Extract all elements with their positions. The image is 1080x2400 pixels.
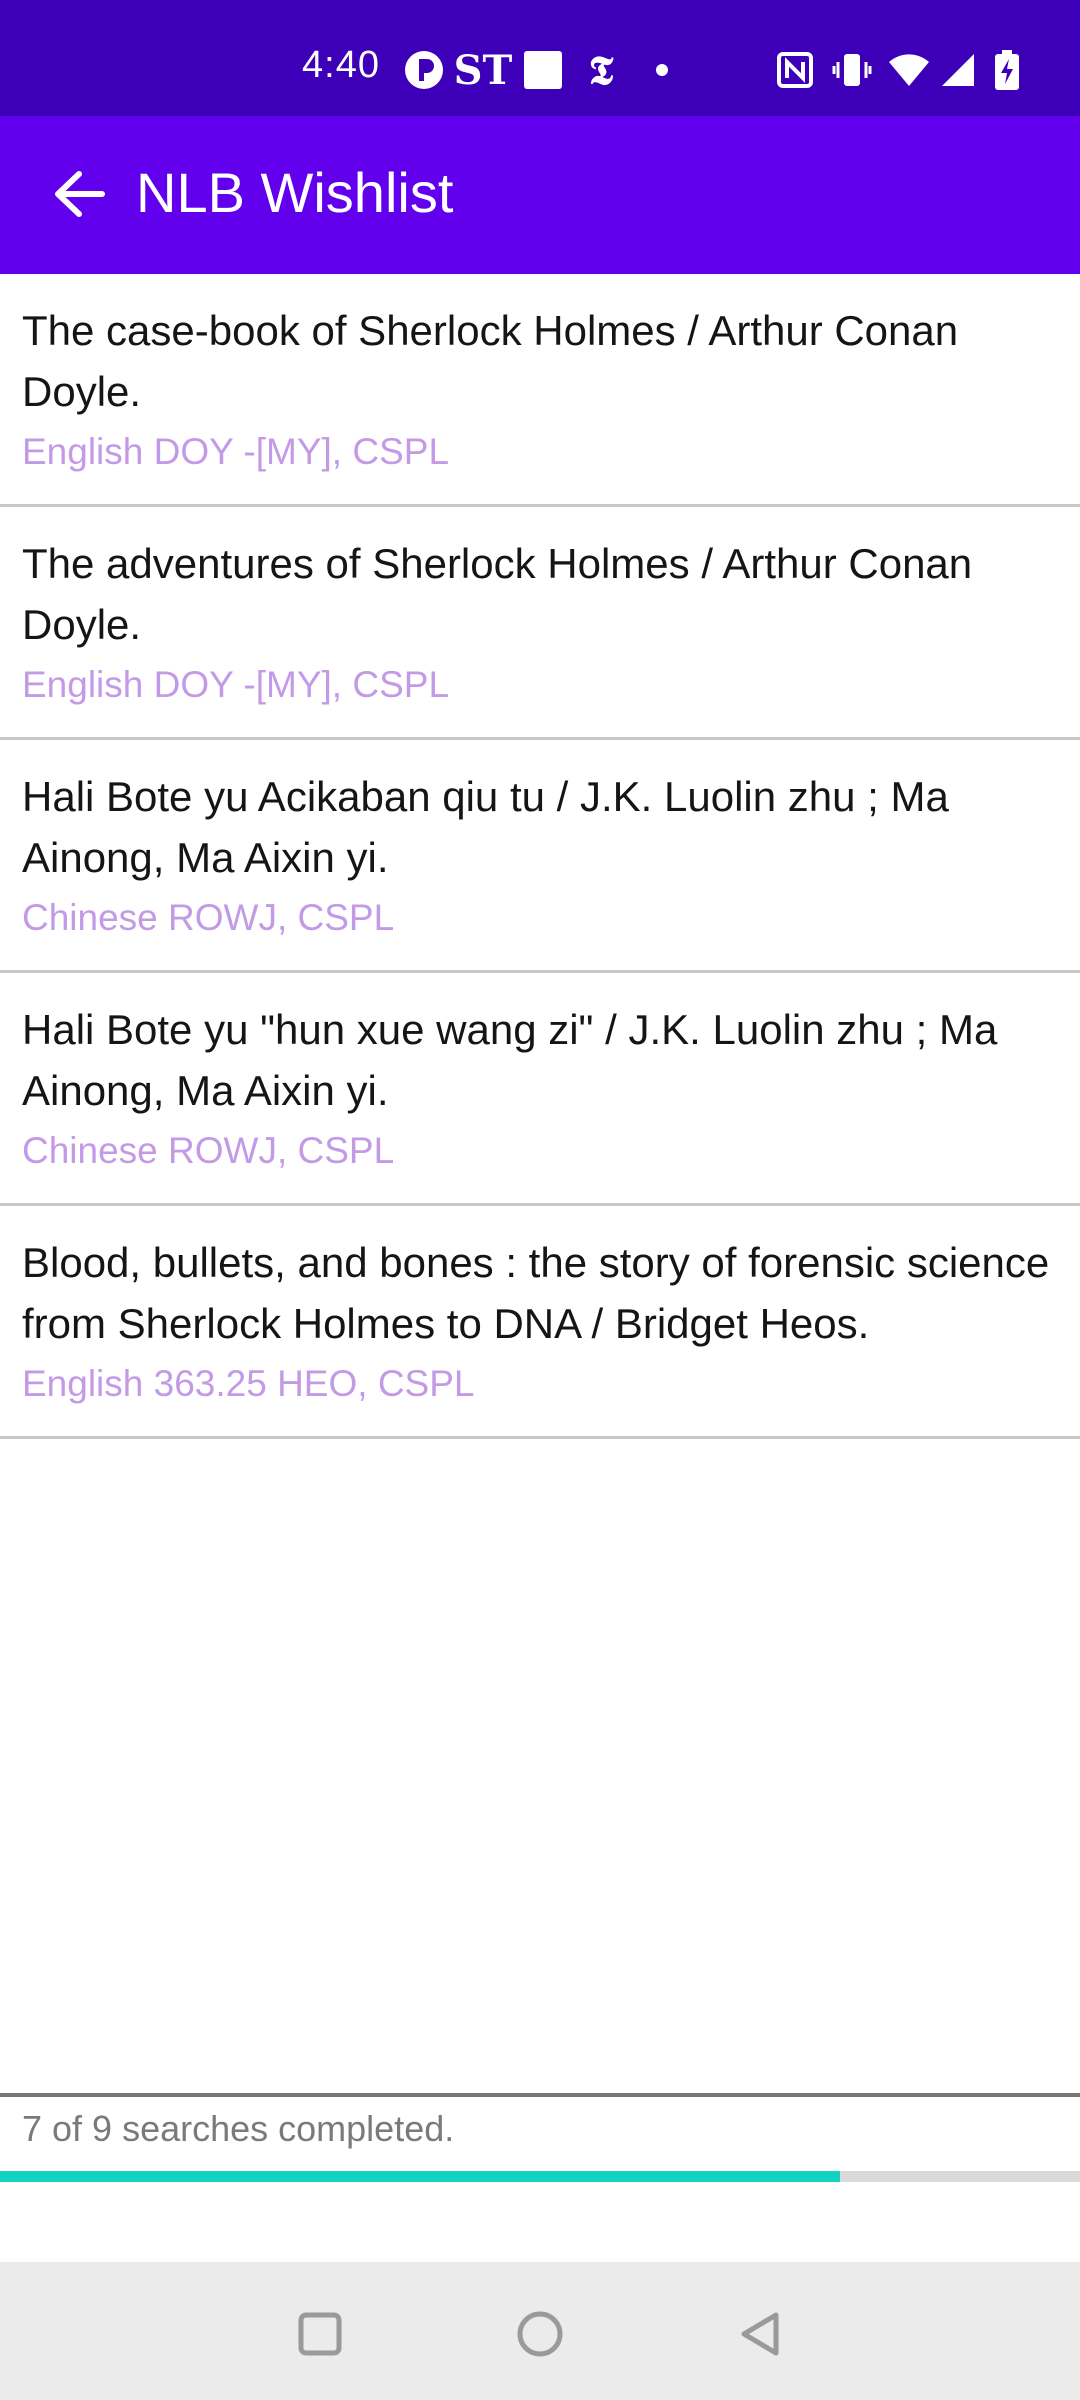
back-nav-button[interactable] [730,2306,790,2366]
book-meta: English DOY -[MY], CSPL [22,664,450,705]
book-meta: English 363.25 HEO, CSPL [22,1363,475,1404]
back-triangle-icon [736,2310,784,2363]
back-button[interactable] [40,161,118,231]
book-meta: Chinese ROWJ, CSPL [22,1130,395,1171]
status-time: 4:40 [302,44,380,86]
recents-square-icon [298,2312,342,2361]
book-title: Blood, bullets, and bones : the story of… [22,1239,1050,1347]
divider [0,2093,1080,2097]
vibrate-icon [832,50,872,90]
list-item[interactable]: Hali Bote yu "hun xue wang zi" / J.K. Lu… [0,973,1080,1206]
arrow-left-icon [52,169,106,224]
search-progress-fill [0,2171,841,2182]
page-title: NLB Wishlist [136,161,454,224]
signal-icon [940,50,976,90]
book-title: Hali Bote yu Acikaban qiu tu / J.K. Luol… [22,773,949,881]
recents-button[interactable] [290,2306,350,2366]
white-square-icon [522,50,564,90]
book-meta: Chinese ROWJ, CSPL [22,897,395,938]
home-button[interactable] [510,2306,570,2366]
battery-charging-icon [992,50,1022,90]
book-title: Hali Bote yu "hun xue wang zi" / J.K. Lu… [22,1006,998,1114]
nfc-icon [776,50,814,90]
st-logo-icon: ST [453,46,513,94]
list-item[interactable]: Hali Bote yu Acikaban qiu tu / J.K. Luol… [0,740,1080,973]
circle-p-icon [404,50,444,90]
list-item[interactable]: The adventures of Sherlock Holmes / Arth… [0,507,1080,740]
search-progress-bar [0,2171,1080,2182]
wishlist-list: The case-book of Sherlock Holmes / Arthu… [0,274,1080,1439]
list-item[interactable]: The case-book of Sherlock Holmes / Arthu… [0,274,1080,507]
status-bar: 4:40 ST 𝕿 [0,0,1080,116]
book-meta: English DOY -[MY], CSPL [22,431,450,472]
home-circle-icon [516,2310,564,2363]
wifi-icon [888,50,930,90]
app-bar: NLB Wishlist [0,116,1080,274]
book-title: The case-book of Sherlock Holmes / Arthu… [22,307,959,415]
dot-icon [652,50,672,90]
search-progress-text: 7 of 9 searches completed. [22,2108,455,2149]
list-item[interactable]: Blood, bullets, and bones : the story of… [0,1206,1080,1439]
nyt-logo-icon: 𝕿 [588,46,614,94]
book-title: The adventures of Sherlock Holmes / Arth… [22,540,973,648]
system-nav-bar [0,2262,1080,2400]
